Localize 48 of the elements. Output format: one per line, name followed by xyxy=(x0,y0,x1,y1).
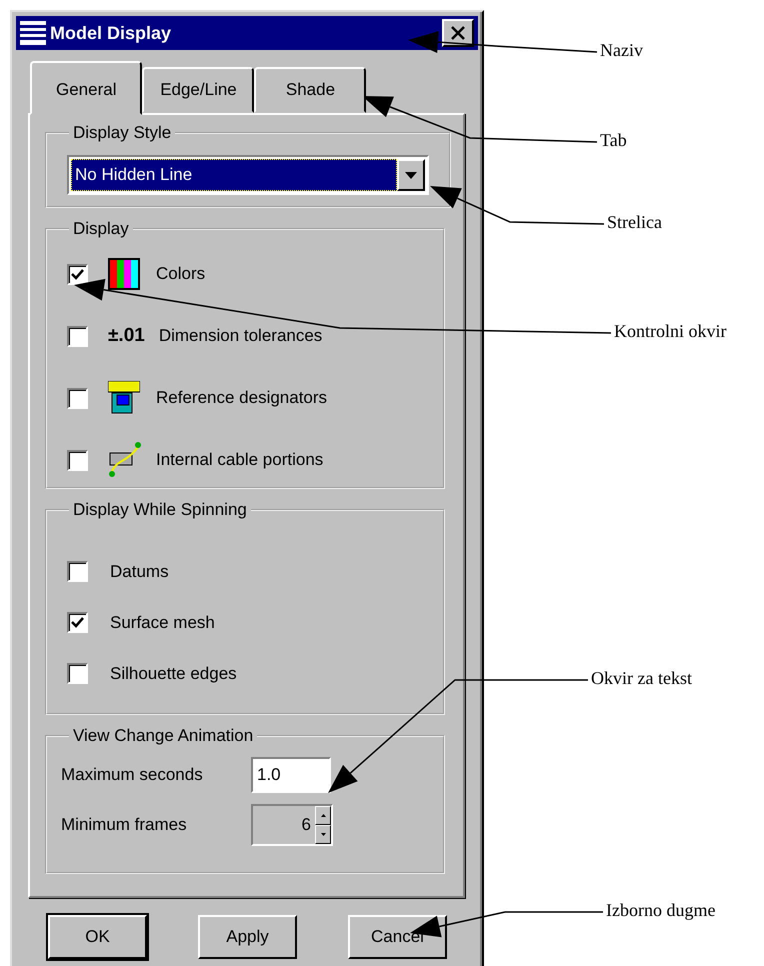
checkbox-label: Surface mesh xyxy=(110,612,215,632)
checkbox-label: Dimension tolerances xyxy=(158,326,322,346)
check-mark-icon xyxy=(71,617,84,628)
group-title: View Change Animation xyxy=(72,726,254,746)
tab[interactable]: Shade xyxy=(254,67,366,113)
caret-icon xyxy=(405,172,417,178)
callout-label: Kontrolni okvir xyxy=(614,321,726,342)
field-label: Maximum seconds xyxy=(61,765,204,785)
color-bars-icon xyxy=(108,258,140,290)
checkbox-label: Internal cable portions xyxy=(156,450,324,470)
checkbox[interactable] xyxy=(67,264,88,284)
dialog-button[interactable]: Apply xyxy=(198,915,297,959)
dropdown-value: No Hidden Line xyxy=(71,159,397,191)
close-icon xyxy=(450,26,466,40)
input-field[interactable]: 1.0 xyxy=(251,757,331,793)
checkbox[interactable] xyxy=(67,388,88,408)
tolerance-symbol: ±.01 xyxy=(108,325,145,347)
group-title: Display While Spinning xyxy=(72,500,248,520)
group-title: Display xyxy=(72,219,130,239)
menu-icon[interactable] xyxy=(20,20,46,46)
checkbox[interactable] xyxy=(67,561,88,582)
callout-label: Izborno dugme xyxy=(606,900,716,921)
callout-label: Tab xyxy=(600,130,627,151)
checkbox-label: Reference designators xyxy=(156,388,328,408)
close-button[interactable] xyxy=(442,19,474,47)
dialog-button[interactable]: OK xyxy=(48,915,147,959)
group-title: Display Style xyxy=(72,123,172,143)
callout-label: Strelica xyxy=(607,212,662,233)
down-arrow-icon xyxy=(320,833,326,836)
style-dropdown[interactable]: No Hidden Line xyxy=(67,155,429,195)
callout-label: Naziv xyxy=(600,40,643,61)
designator-icon xyxy=(108,381,140,415)
callout-label: Okvir za tekst xyxy=(591,668,692,689)
checkbox-label: Colors xyxy=(156,264,206,284)
checkbox-label: Datums xyxy=(110,562,169,582)
check-mark-icon xyxy=(71,268,84,280)
checkbox[interactable] xyxy=(67,326,88,346)
tab[interactable]: General xyxy=(30,61,142,115)
window-title: Model Display xyxy=(50,22,172,44)
checkbox[interactable] xyxy=(67,612,88,633)
checkbox[interactable] xyxy=(67,663,88,684)
up-arrow-icon xyxy=(320,814,326,817)
checkbox-label: Silhouette edges xyxy=(110,664,237,684)
cable-icon xyxy=(108,441,142,479)
tab[interactable]: Edge/Line xyxy=(142,67,254,113)
dropdown-button[interactable] xyxy=(397,159,425,191)
checkbox[interactable] xyxy=(67,450,88,470)
field-label: Minimum frames xyxy=(61,815,188,835)
